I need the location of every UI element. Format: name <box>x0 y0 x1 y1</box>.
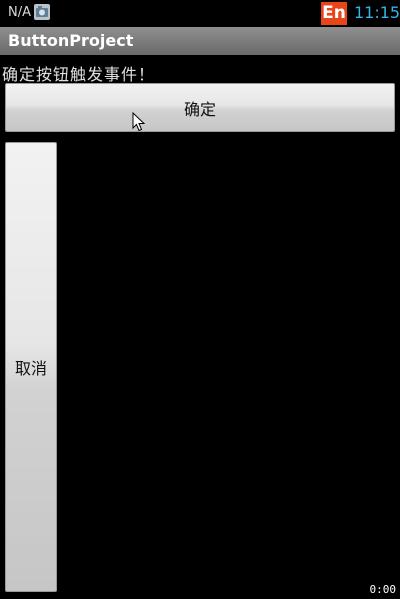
confirm-button-label: 确定 <box>183 99 216 119</box>
cancel-button-label: 取消 <box>14 359 47 378</box>
ime-indicator-badge: En <box>321 2 347 25</box>
status-clock: 11:15 <box>354 3 400 22</box>
status-bar: N/A En 11:15 <box>0 0 400 27</box>
confirm-button[interactable]: 确定 <box>5 83 395 132</box>
event-message-text: 确定按钮触发事件！ <box>2 65 156 84</box>
camera-notification-icon <box>33 3 51 21</box>
mouse-pointer-icon <box>132 111 146 132</box>
device-screen: N/A En 11:15 ButtonProject 确定按钮触发事件！ 确定 … <box>0 0 400 599</box>
app-title: ButtonProject <box>8 31 134 50</box>
action-bar: ButtonProject <box>0 27 400 55</box>
recording-timer: 0:00 <box>369 583 396 596</box>
cancel-button[interactable]: 取消 <box>5 142 57 592</box>
carrier-label: N/A <box>8 5 31 20</box>
